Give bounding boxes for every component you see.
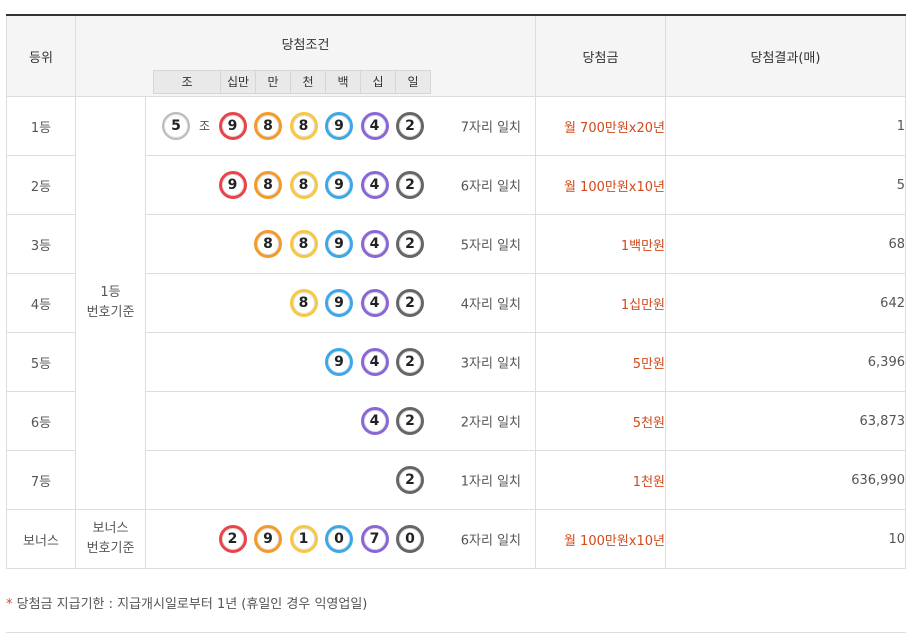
condition-cell: 2 9 1 0 7 0 6자리 일치 (145, 509, 536, 569)
result-cell: 68 (665, 214, 906, 274)
number-ball: 2 (396, 407, 424, 435)
prize-cell: 1십만원 (535, 273, 666, 333)
number-ball: 9 (325, 230, 353, 258)
number-ball: 2 (218, 525, 247, 553)
number-ball: 8 (289, 289, 318, 317)
rank-cell: 3등 (6, 214, 76, 274)
number-ball: 0 (396, 525, 424, 553)
number-ball: 8 (289, 230, 318, 258)
result-cell: 63,873 (665, 391, 906, 451)
payment-deadline-note: * 당첨금 지급기한 : 지급개시일로부터 1년 (휴일인 경우 익영업일) (6, 593, 367, 612)
prize-table: 등위 당첨조건 조 십만 만 천 백 십 일 당첨금 당첨결과(매) 1등 1등… (6, 14, 906, 569)
number-ball: 4 (360, 230, 389, 258)
position-label: 일 (395, 70, 431, 94)
result-cell: 642 (665, 273, 906, 333)
position-labels: 조 십만 만 천 백 십 일 (153, 70, 431, 94)
prize-cell: 월 700만원x20년 (535, 96, 666, 156)
note-text: 당첨금 지급기한 : 지급개시일로부터 1년 (휴일인 경우 익영업일) (12, 597, 368, 612)
position-label: 조 (153, 70, 221, 94)
number-ball: 0 (325, 525, 353, 553)
basis-cell-main: 1등 번호기준 (75, 96, 146, 510)
prize-cell: 월 100만원x10년 (535, 509, 666, 569)
number-ball: 9 (325, 289, 353, 317)
result-cell: 10 (665, 509, 906, 569)
number-ball: 8 (254, 112, 282, 140)
condition-cell: 8 9 4 2 4자리 일치 (145, 273, 536, 333)
number-ball: 4 (360, 289, 389, 317)
prize-cell: 5천원 (535, 391, 666, 451)
match-count: 6자리 일치 (460, 533, 521, 549)
match-count: 1자리 일치 (460, 474, 521, 490)
result-cell: 636,990 (665, 450, 906, 510)
number-ball: 9 (325, 112, 353, 140)
result-cell: 1 (665, 96, 906, 156)
number-ball: 4 (360, 171, 389, 199)
position-label: 백 (325, 70, 361, 94)
prize-cell: 1천원 (535, 450, 666, 510)
basis-cell-bonus: 보너스 번호기준 (75, 509, 146, 569)
jo-label: 조 (199, 119, 211, 133)
prize-cell: 월 100만원x10년 (535, 155, 666, 215)
number-ball: 9 (218, 112, 247, 140)
prize-cell: 1백만원 (535, 214, 666, 274)
jo-ball: 5 (162, 112, 190, 140)
number-ball: 9 (325, 348, 353, 376)
rank-cell: 7등 (6, 450, 76, 510)
position-label: 만 (255, 70, 291, 94)
position-label: 십만 (220, 70, 256, 94)
condition-cell: 2 1자리 일치 (145, 450, 536, 510)
condition-cell: 5 조 9 8 8 9 4 2 7자리 일치 (145, 96, 536, 156)
number-ball: 4 (360, 112, 389, 140)
header-condition: 당첨조건 조 십만 만 천 백 십 일 (75, 14, 536, 97)
number-ball: 9 (254, 525, 282, 553)
match-count: 6자리 일치 (460, 179, 521, 195)
number-ball: 8 (289, 171, 318, 199)
rank-cell: 5등 (6, 332, 76, 392)
condition-cell: 8 8 9 4 2 5자리 일치 (145, 214, 536, 274)
match-count: 3자리 일치 (460, 356, 521, 372)
number-ball: 8 (254, 171, 282, 199)
number-ball: 1 (289, 525, 318, 553)
table-row: 보너스 보너스 번호기준 2 9 1 0 7 0 6자리 일치 월 100만원x10년 10 (6, 509, 906, 569)
lottery-result-page: 등위 당첨조건 조 십만 만 천 백 십 일 당첨금 당첨결과(매) 1등 1등… (0, 0, 912, 642)
number-ball: 8 (254, 230, 282, 258)
result-cell: 6,396 (665, 332, 906, 392)
condition-cell: 9 4 2 3자리 일치 (145, 332, 536, 392)
header-result: 당첨결과(매) (665, 14, 906, 97)
header-rank: 등위 (6, 14, 76, 97)
table-row: 1등 1등 번호기준 5 조 9 8 8 9 4 2 7자리 일치 월 700만원x20년 1 (6, 96, 906, 510)
rank-cell: 6등 (6, 391, 76, 451)
position-label: 천 (290, 70, 326, 94)
number-ball: 2 (396, 348, 424, 376)
rank-cell: 보너스 (6, 509, 76, 569)
prize-cell: 5만원 (535, 332, 666, 392)
number-ball: 2 (396, 466, 424, 494)
condition-cell: 4 2 2자리 일치 (145, 391, 536, 451)
rank-cell: 1등 (6, 96, 76, 156)
number-ball: 9 (325, 171, 353, 199)
header-condition-title: 당첨조건 (281, 38, 330, 53)
number-ball: 2 (396, 289, 424, 317)
divider (6, 632, 906, 633)
condition-cell: 9 8 8 9 4 2 6자리 일치 (145, 155, 536, 215)
match-count: 4자리 일치 (460, 297, 521, 313)
rank-cell: 4등 (6, 273, 76, 333)
number-ball: 8 (289, 112, 318, 140)
number-ball: 4 (360, 348, 389, 376)
position-label: 십 (360, 70, 396, 94)
match-count: 7자리 일치 (460, 120, 521, 136)
number-ball: 2 (396, 171, 424, 199)
number-ball: 4 (360, 407, 389, 435)
match-count: 2자리 일치 (460, 415, 521, 431)
number-ball: 7 (360, 525, 389, 553)
match-count: 5자리 일치 (460, 238, 521, 254)
number-ball: 2 (396, 112, 424, 140)
number-ball: 9 (218, 171, 247, 199)
rank-cell: 2등 (6, 155, 76, 215)
header-prize: 당첨금 (535, 14, 666, 97)
number-ball: 2 (396, 230, 424, 258)
result-cell: 5 (665, 155, 906, 215)
